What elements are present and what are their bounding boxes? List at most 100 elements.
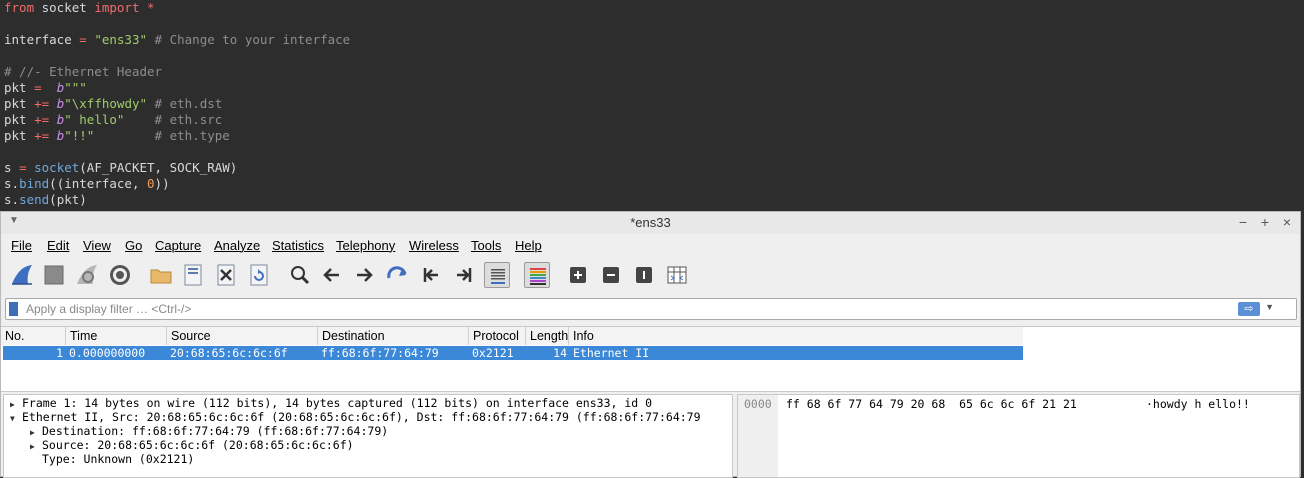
restart-fin-icon[interactable] bbox=[74, 262, 100, 288]
autoscroll-icon[interactable] bbox=[484, 262, 510, 288]
packet-bytes-pane[interactable]: 0000 ff 68 6f 77 64 79 20 68 65 6c 6c 6f… bbox=[737, 394, 1300, 478]
go-forward-arrow-icon[interactable] bbox=[351, 262, 377, 288]
packet-row[interactable]: 1 0.000000000 20:68:65:6c:6c:6f ff:68:6f… bbox=[3, 346, 1023, 360]
column-header-time[interactable]: Time bbox=[66, 327, 167, 345]
packet-info: Ethernet II bbox=[573, 346, 650, 360]
stop-square-icon[interactable] bbox=[41, 262, 67, 288]
column-header-no[interactable]: No. bbox=[1, 327, 66, 345]
go-back-arrow-icon[interactable] bbox=[319, 262, 345, 288]
code-token: s. bbox=[4, 176, 20, 191]
code-token: socket bbox=[34, 160, 80, 175]
packet-source: 20:68:65:6c:6c:6f bbox=[170, 346, 288, 360]
code-token: (pkt) bbox=[49, 192, 87, 207]
window-title: *ens33 bbox=[630, 215, 671, 230]
code-token: # Change to your interface bbox=[147, 32, 351, 47]
menu-go[interactable]: Go bbox=[125, 238, 142, 253]
menu-edit[interactable]: Edit bbox=[47, 238, 69, 253]
column-header-protocol[interactable]: Protocol bbox=[469, 327, 526, 345]
collapse-arrow-icon[interactable]: ▼ bbox=[10, 412, 22, 426]
code-token: "!!" bbox=[64, 128, 95, 143]
reload-icon[interactable] bbox=[246, 262, 272, 288]
column-header-length[interactable]: Length bbox=[526, 327, 569, 345]
bookmark-icon[interactable] bbox=[9, 302, 18, 316]
apply-filter-button[interactable]: ⇨ bbox=[1238, 302, 1260, 316]
code-token: pkt bbox=[4, 112, 35, 127]
packet-length: 14 bbox=[553, 346, 567, 360]
minimize-button[interactable]: − bbox=[1235, 214, 1251, 230]
code-token: "\xffhowdy" bbox=[64, 96, 148, 111]
menu-capture[interactable]: Capture bbox=[155, 238, 201, 253]
menu-analyze[interactable]: Analyze bbox=[214, 238, 260, 253]
packet-time: 0.000000000 bbox=[69, 346, 146, 360]
details-frame-line[interactable]: ▶ Frame 1: 14 bytes on wire (112 bits), 1… bbox=[10, 396, 652, 410]
menu-wireless[interactable]: Wireless bbox=[409, 238, 459, 253]
details-frame-text: Frame 1: 14 bytes on wire (112 bits), 14… bbox=[22, 396, 653, 410]
code-token: = bbox=[79, 32, 87, 47]
menu-tools[interactable]: Tools bbox=[471, 238, 501, 253]
close-button[interactable]: × bbox=[1279, 214, 1295, 230]
normal-size-icon[interactable] bbox=[631, 262, 657, 288]
menu-bar: File Edit View Go Capture Analyze Statis… bbox=[1, 234, 1300, 256]
code-token: (AF_PACKET, SOCK_RAW) bbox=[79, 160, 238, 175]
zoom-in-icon[interactable] bbox=[565, 262, 591, 288]
open-folder-icon[interactable] bbox=[148, 262, 174, 288]
column-header-info[interactable]: Info bbox=[569, 327, 1023, 345]
code-token: = bbox=[19, 160, 27, 175]
menu-help[interactable]: Help bbox=[515, 238, 542, 253]
bytes-hex[interactable]: ff 68 6f 77 64 79 20 68 65 6c 6c 6f 21 2… bbox=[786, 397, 1077, 411]
menu-telephony[interactable]: Telephony bbox=[336, 238, 395, 253]
menu-file[interactable]: File bbox=[11, 238, 32, 253]
code-token: )) bbox=[154, 176, 170, 191]
code-token: # //- Ethernet Header bbox=[4, 64, 163, 79]
capture-options-gear-icon[interactable] bbox=[107, 262, 133, 288]
packet-details-pane: ▶ Frame 1: 14 bytes on wire (112 bits), 1… bbox=[3, 394, 733, 478]
last-packet-icon[interactable] bbox=[451, 262, 477, 288]
details-type-text: Type: Unknown (0x2121) bbox=[42, 452, 195, 466]
code-line: s.send(pkt) bbox=[4, 192, 87, 208]
shark-fin-start-icon[interactable] bbox=[9, 262, 35, 288]
code-token: # eth.type bbox=[94, 128, 230, 143]
details-source-line[interactable]: ▶ Source: 20:68:65:6c:6c:6f (20:68:65:6c:… bbox=[30, 438, 354, 452]
code-line: pkt += b"!!" # eth.type bbox=[4, 128, 230, 144]
code-line: s.bind((interface, 0)) bbox=[4, 176, 170, 192]
details-ethernet-line[interactable]: ▼ Ethernet II, Src: 20:68:65:6c:6c:6f (20… bbox=[10, 410, 701, 424]
go-to-packet-icon[interactable] bbox=[384, 262, 410, 288]
save-file-icon[interactable] bbox=[180, 262, 206, 288]
resize-columns-icon[interactable] bbox=[664, 262, 690, 288]
code-token: * bbox=[147, 0, 155, 15]
wireshark-window: ▼ *ens33 − + × File Edit View Go Capture… bbox=[0, 211, 1304, 478]
code-token: "ens33" bbox=[94, 32, 148, 47]
code-token: send bbox=[19, 192, 50, 207]
menu-view[interactable]: View bbox=[83, 238, 111, 253]
details-source-text: Source: 20:68:65:6c:6c:6f (20:68:65:6c:6… bbox=[42, 438, 354, 452]
details-type-line[interactable]: Type: Unknown (0x2121) bbox=[42, 452, 194, 466]
display-filter-bar: ⇨ ▼ + bbox=[5, 298, 1304, 320]
code-line: from socket import * bbox=[4, 0, 155, 16]
menu-statistics[interactable]: Statistics bbox=[272, 238, 324, 253]
column-header-destination[interactable]: Destination bbox=[318, 327, 469, 345]
packet-protocol: 0x2121 bbox=[472, 346, 514, 360]
details-destination-line[interactable]: ▶ Destination: ff:68:6f:77:64:79 (ff:68:6… bbox=[30, 424, 388, 438]
find-magnifier-icon[interactable] bbox=[287, 262, 313, 288]
code-token: """ bbox=[64, 80, 87, 95]
bytes-ascii[interactable]: ·howdy h ello!! bbox=[1146, 397, 1250, 411]
code-token: s bbox=[4, 160, 20, 175]
maximize-button[interactable]: + bbox=[1257, 214, 1273, 230]
expand-arrow-icon[interactable]: ▶ bbox=[30, 440, 42, 454]
column-header-source[interactable]: Source bbox=[167, 327, 318, 345]
code-token: # eth.src bbox=[124, 112, 223, 127]
zoom-out-icon[interactable] bbox=[598, 262, 624, 288]
close-file-icon[interactable] bbox=[213, 262, 239, 288]
first-packet-icon[interactable] bbox=[418, 262, 444, 288]
colorize-icon[interactable] bbox=[524, 262, 550, 288]
details-destination-text: Destination: ff:68:6f:77:64:79 (ff:68:6f… bbox=[42, 424, 389, 438]
code-token: pkt bbox=[4, 80, 35, 95]
code-editor[interactable]: from socket import * interface = "ens33" … bbox=[0, 0, 1304, 210]
filter-dropdown-icon[interactable]: ▼ bbox=[1265, 302, 1274, 312]
display-filter-input[interactable] bbox=[26, 301, 1206, 317]
